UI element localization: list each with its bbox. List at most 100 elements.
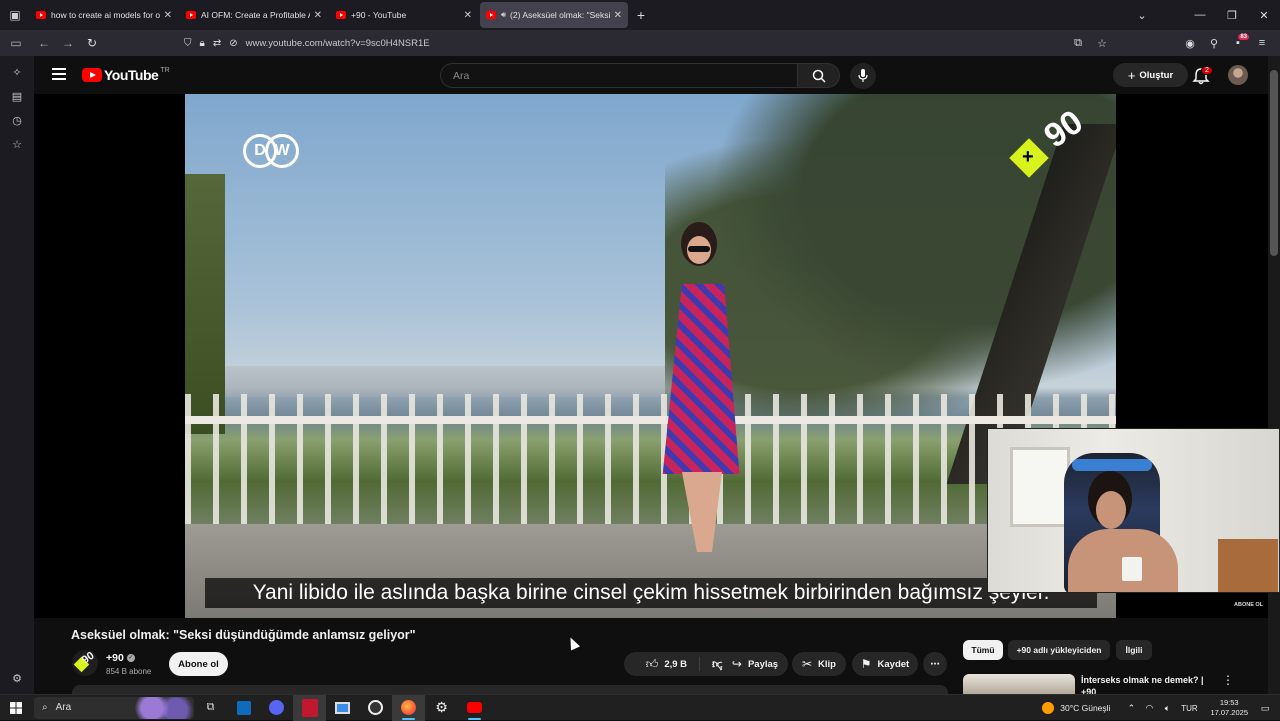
tracking-off-icon[interactable]: ⊘ <box>229 38 237 49</box>
channel-name[interactable]: +90 ✓ <box>106 652 135 664</box>
bookmark-star-icon[interactable]: ☆ <box>1090 37 1114 50</box>
bookmarks-icon[interactable]: ☆ <box>0 132 34 156</box>
browser-tab-1[interactable]: how to create ai models for onl ✕ <box>30 2 178 28</box>
dw-logo: D W <box>243 134 303 170</box>
red-app-icon[interactable] <box>293 694 326 721</box>
tab-title: (2) Aseksüel olmak: "Seksi d <box>510 10 610 20</box>
outlook-icon[interactable] <box>227 695 260 721</box>
permissions-icon[interactable]: ⇄ <box>213 38 221 49</box>
history-icon[interactable]: ◷ <box>0 108 34 132</box>
user-avatar[interactable] <box>1228 65 1248 85</box>
lock-icon[interactable]: 🔒︎ <box>200 38 205 49</box>
recommendation-thumbnail[interactable] <box>963 674 1075 694</box>
subscribe-button[interactable]: Abone ol <box>169 652 228 676</box>
close-tab-icon[interactable]: ✕ <box>314 10 322 21</box>
chip-from-uploader[interactable]: +90 adlı yükleyiciden <box>1008 640 1110 660</box>
browser-tab-3[interactable]: +90 - YouTube ✕ <box>330 2 478 28</box>
ai-chatbot-icon[interactable]: ✧ <box>0 60 34 84</box>
tab-overflow-chevron-icon[interactable]: ⌄ <box>1126 9 1158 22</box>
youtube-favicon-icon <box>336 11 346 19</box>
country-code: TR <box>160 66 170 74</box>
reload-icon[interactable]: ↻ <box>80 36 104 50</box>
browser-sidebar: ✧ ▤ ◷ ☆ ⚙ <box>0 56 34 694</box>
search-highlight-decoration <box>134 696 194 719</box>
sidebar-settings-icon[interactable]: ⚙ <box>0 666 34 690</box>
synced-tabs-icon[interactable]: ▤ <box>0 84 34 108</box>
dislike-button[interactable]: 👎︎ <box>700 657 724 672</box>
discord-icon[interactable] <box>260 695 293 721</box>
obs-icon[interactable] <box>359 695 392 721</box>
share-button[interactable]: ↪ Paylaş <box>722 652 788 676</box>
voice-search-button[interactable] <box>850 63 876 89</box>
video-frame[interactable]: D W + 90 <box>185 94 1116 618</box>
settings-gear-icon[interactable]: ⚙ <box>425 695 458 721</box>
account-icon[interactable]: ◉ <box>1178 37 1202 50</box>
new-tab-button[interactable]: + <box>630 7 652 23</box>
extension-shield-icon[interactable]: ▪ 83 <box>1226 34 1250 49</box>
clip-button[interactable]: ✂ Klip <box>792 652 846 676</box>
hamburger-menu-icon[interactable] <box>52 68 66 80</box>
sidebar-toggle-icon[interactable]: ▭ <box>4 36 28 50</box>
toolbar-right: ⧉ ☆ ◉ ⚲ ▪ 83 ≡ <box>1066 30 1274 56</box>
like-button[interactable]: 👍︎ 2,9 B <box>645 656 701 671</box>
file-explorer-icon[interactable] <box>326 695 359 721</box>
tray-chevron-up-icon[interactable]: ⌃ <box>1122 703 1140 714</box>
picture-in-picture-icon[interactable]: ⧉ <box>1066 37 1090 50</box>
extensions-icon[interactable]: ⚲ <box>1202 37 1226 50</box>
weather-widget[interactable]: 30°C Güneşli <box>1042 702 1110 714</box>
window-controls: ⌄ — ❐ ✕ <box>1126 0 1280 30</box>
youtube-favicon-icon <box>186 11 196 19</box>
restore-icon[interactable]: ❐ <box>1216 9 1248 22</box>
tab-title: +90 - YouTube <box>351 10 407 20</box>
description-box[interactable] <box>72 685 948 694</box>
close-tab-icon[interactable]: ✕ <box>614 10 622 21</box>
firefox-icon[interactable] <box>392 694 425 721</box>
search-icon: ⌕ <box>42 702 48 713</box>
tab-list-icon[interactable]: ▣ <box>0 0 30 30</box>
close-tab-icon[interactable]: ✕ <box>464 10 472 21</box>
more-actions-button[interactable]: ⋯ <box>923 652 947 676</box>
subscriber-count: 854 B abone <box>106 667 152 676</box>
speaker-icon[interactable]: 🔊︎ <box>501 10 506 20</box>
volume-icon[interactable]: 🔈︎ <box>1158 703 1176 714</box>
input-language[interactable]: TUR <box>1176 704 1202 713</box>
chip-all[interactable]: Tümü <box>963 640 1003 660</box>
save-button[interactable]: ⚑ Kaydet <box>852 652 918 676</box>
browser-tab-2[interactable]: AI OFM: Create a Profitable AI I ✕ <box>180 2 328 28</box>
close-window-icon[interactable]: ✕ <box>1248 9 1280 22</box>
plus90-logo: + 90 <box>1009 103 1091 180</box>
taskbar-clock[interactable]: 19:53 17.07.2025 <box>1210 698 1248 718</box>
network-icon[interactable]: ◠ <box>1140 703 1158 714</box>
video-scene-person <box>637 222 767 562</box>
browser-nav-bar: ▭ ← → ↻ ⛉ 🔒︎ ⇄ ⊘ www.youtube.com/watch?v… <box>0 30 1280 56</box>
more-vertical-icon[interactable]: ⋮ <box>1222 673 1234 687</box>
browser-tab-4-active[interactable]: 🔊︎ (2) Aseksüel olmak: "Seksi d ✕ <box>480 2 628 28</box>
start-button[interactable] <box>0 695 32 721</box>
plus-icon: + <box>1127 67 1136 83</box>
video-info-section: Aseksüel olmak: "Seksi düşündüğümde anla… <box>34 618 1268 697</box>
menu-icon[interactable]: ≡ <box>1250 37 1274 49</box>
create-button[interactable]: + Oluştur <box>1113 63 1188 87</box>
weather-text: 30°C Güneşli <box>1060 703 1111 713</box>
notification-center-icon[interactable]: ▭ <box>1256 703 1274 714</box>
search-input[interactable]: Ara <box>440 63 798 88</box>
youtube-play-icon <box>82 68 102 82</box>
close-tab-icon[interactable]: ✕ <box>164 10 172 21</box>
search-button[interactable] <box>798 63 840 88</box>
back-icon[interactable]: ← <box>32 36 56 50</box>
forward-icon[interactable]: → <box>56 36 80 50</box>
taskbar-search-input[interactable]: ⌕ Ara <box>34 696 194 719</box>
task-view-icon[interactable]: ⧉ <box>194 695 227 721</box>
share-icon: ↪ <box>731 657 742 671</box>
minimize-icon[interactable]: — <box>1184 9 1216 21</box>
youtube-logo[interactable]: YouTube TR <box>82 67 170 83</box>
subscribe-watermark[interactable]: ABONE OL <box>1234 602 1263 608</box>
page-scrollbar[interactable] <box>1268 56 1280 694</box>
youtube-app-icon[interactable] <box>458 695 491 721</box>
thumbs-up-icon: 👍︎ <box>645 656 659 671</box>
chip-related[interactable]: İlgili <box>1116 640 1152 660</box>
shield-icon[interactable]: ⛉ <box>184 38 192 49</box>
channel-avatar[interactable]: 90 <box>72 650 98 676</box>
scrollbar-thumb[interactable] <box>1270 70 1278 256</box>
address-bar[interactable]: ⛉ 🔒︎ ⇄ ⊘ www.youtube.com/watch?v=9sc0H4N… <box>176 32 1102 54</box>
